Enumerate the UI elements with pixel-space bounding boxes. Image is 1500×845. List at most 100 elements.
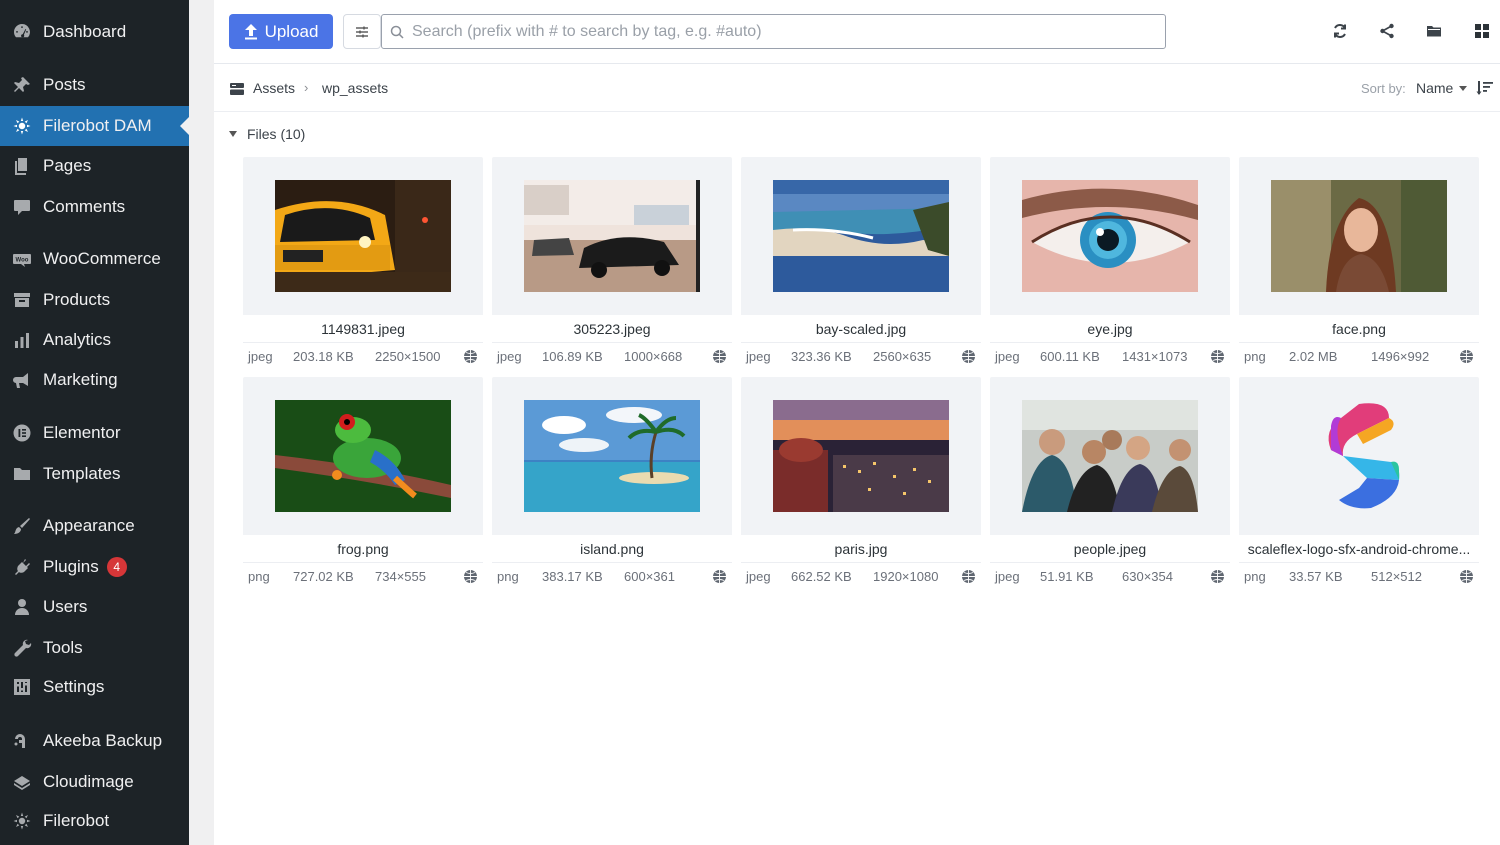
settings-icon [11,676,33,698]
content-gutter [189,0,214,845]
folder-button[interactable] [1423,20,1445,42]
sidebar-item-pages[interactable]: Pages [0,146,189,186]
globe-icon[interactable] [1210,349,1225,364]
file-card[interactable]: paris.jpg jpeg 662.52 KB 1920×1080 [741,377,981,590]
svg-text:Woo: Woo [16,258,29,264]
globe-icon[interactable] [712,349,727,364]
sidebar-item-marketing[interactable]: Marketing [0,360,189,400]
breadcrumb-separator-icon: › [304,80,309,95]
filters-button[interactable] [343,14,381,49]
globe-icon[interactable] [463,349,478,364]
thumbnail-area [741,157,981,315]
sidebar-item-tools[interactable]: Tools [0,628,189,668]
sidebar-item-templates[interactable]: Templates [0,454,189,494]
wrench-icon [11,637,33,659]
file-type: png [1244,569,1266,584]
comment-icon [11,196,33,218]
file-dimensions: 2560×635 [873,349,932,364]
sidebar-item-woocommerce[interactable]: Woo WooCommerce [0,239,189,279]
file-size: 51.91 KB [1040,569,1094,584]
sidebar-item-akeeba-backup[interactable]: Akeeba Backup [0,721,189,761]
file-dimensions: 630×354 [1122,569,1173,584]
globe-icon[interactable] [1459,569,1474,584]
file-size: 106.89 KB [542,349,603,364]
file-name: scaleflex-logo-sfx-android-chrome... [1239,535,1479,563]
akeeba-icon [11,730,33,752]
sidebar-item-filerobot[interactable]: Filerobot [0,801,189,841]
file-card[interactable]: face.png png 2.02 MB 1496×992 [1239,157,1479,370]
thumbnail-area [1239,157,1479,315]
globe-icon[interactable] [463,569,478,584]
file-card[interactable]: 305223.jpeg jpeg 106.89 KB 1000×668 [492,157,732,370]
share-button[interactable] [1376,20,1398,42]
file-card[interactable]: bay-scaled.jpg jpeg 323.36 KB 2560×635 [741,157,981,370]
file-meta: jpeg 106.89 KB 1000×668 [492,343,732,370]
files-section-title: Files (10) [247,126,306,142]
grid-view-button[interactable] [1471,20,1493,42]
sidebar-item-products[interactable]: Products [0,280,189,320]
globe-icon[interactable] [961,349,976,364]
file-size: 383.17 KB [542,569,603,584]
brush-icon [11,515,33,537]
sidebar-item-label: Marketing [43,370,118,389]
sidebar-item-dashboard[interactable]: Dashboard [0,12,189,52]
thumbnail-area [243,157,483,315]
file-type: jpeg [248,349,273,364]
sidebar-item-label: Akeeba Backup [43,731,163,750]
sidebar-item-settings[interactable]: Settings [0,667,189,707]
sidebar-item-elementor[interactable]: Elementor [0,413,189,453]
sidebar-item-filerobot-dam[interactable]: Filerobot DAM [0,106,189,146]
sort-dropdown[interactable]: Name [1416,80,1468,96]
file-size: 727.02 KB [293,569,354,584]
file-meta: jpeg 662.52 KB 1920×1080 [741,563,981,590]
sidebar-item-plugins[interactable]: Plugins 4 [0,547,189,587]
upload-button[interactable]: Upload [229,14,333,49]
sidebar-item-appearance[interactable]: Appearance [0,506,189,546]
globe-icon[interactable] [1210,569,1225,584]
search-field[interactable] [381,14,1166,49]
sidebar-item-label: Dashboard [43,22,127,41]
file-card[interactable]: island.png png 383.17 KB 600×361 [492,377,732,590]
globe-icon[interactable] [1459,349,1474,364]
files-section-toggle[interactable]: Files (10) [229,126,305,142]
file-meta: png 383.17 KB 600×361 [492,563,732,590]
sidebar-item-posts[interactable]: Posts [0,65,189,105]
megaphone-icon [11,369,33,391]
file-card[interactable]: frog.png png 727.02 KB 734×555 [243,377,483,590]
file-name: 305223.jpeg [492,315,732,343]
thumbnail-people [1022,400,1198,512]
file-name: island.png [492,535,732,563]
sidebar-item-label: Products [43,290,111,309]
sidebar-item-cloudimage[interactable]: Cloudimage [0,762,189,802]
thumbnail-area [741,377,981,535]
upload-icon [244,23,257,39]
globe-icon[interactable] [712,569,727,584]
file-card[interactable]: eye.jpg jpeg 600.11 KB 1431×1073 [990,157,1230,370]
sidebar-item-label: Settings [43,677,105,696]
file-name: people.jpeg [990,535,1230,563]
file-type: jpeg [995,349,1020,364]
thumbnail-area [243,377,483,535]
filerobot-icon [11,115,33,137]
file-card[interactable]: scaleflex-logo-sfx-android-chrome... png… [1239,377,1479,590]
file-dimensions: 512×512 [1371,569,1422,584]
sidebar-item-analytics[interactable]: Analytics [0,320,189,360]
file-name: bay-scaled.jpg [741,315,981,343]
search-icon [390,25,404,39]
thumbnail-area [492,157,732,315]
sidebar-item-comments[interactable]: Comments [0,187,189,227]
file-type: jpeg [497,349,522,364]
breadcrumb-root[interactable]: Assets [253,80,295,96]
file-card[interactable]: 1149831.jpeg jpeg 203.18 KB 2250×1500 [243,157,483,370]
refresh-button[interactable] [1329,20,1351,42]
sidebar-item-users[interactable]: Users [0,587,189,627]
file-card[interactable]: people.jpeg jpeg 51.91 KB 630×354 [990,377,1230,590]
share-icon [1380,23,1394,39]
folder-icon [11,463,33,485]
file-size: 600.11 KB [1040,349,1100,364]
sort-direction-icon[interactable] [1476,79,1494,97]
thumbnail-paris [773,400,949,512]
globe-icon[interactable] [961,569,976,584]
file-dimensions: 1920×1080 [873,569,939,584]
search-input[interactable] [412,16,1165,47]
